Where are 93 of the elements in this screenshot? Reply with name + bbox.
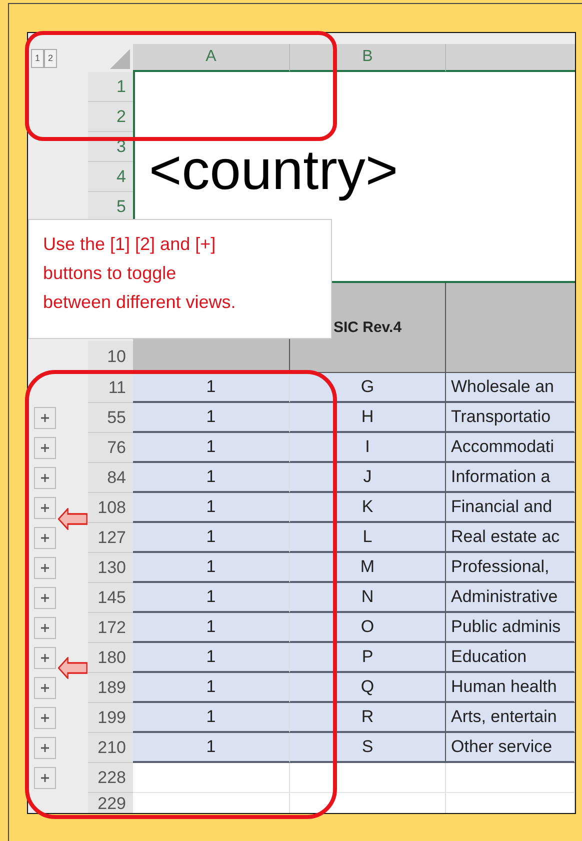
row-number[interactable]: 210 — [88, 733, 133, 763]
row-number[interactable]: 11 — [88, 373, 133, 403]
row-number[interactable]: 1 — [88, 72, 133, 102]
table-cell: 1 — [133, 733, 290, 763]
row-number[interactable]: 108 — [88, 493, 133, 523]
table-cell: 1 — [133, 553, 290, 583]
table-cell: Transportatio — [446, 403, 575, 433]
table-cell: Other service — [446, 733, 575, 763]
expand-button[interactable] — [34, 527, 56, 549]
table-cell: P — [290, 643, 446, 673]
table-cell: Financial and — [446, 493, 575, 523]
outline-level-button[interactable]: 1 — [31, 48, 44, 68]
expand-button[interactable] — [34, 497, 56, 519]
column-header[interactable] — [446, 44, 575, 72]
row-number[interactable]: 2 — [88, 102, 133, 132]
table-cell: Professional, — [446, 553, 575, 583]
expand-button[interactable] — [34, 737, 56, 759]
table-cell: M — [290, 553, 446, 583]
table-cell: 1 — [133, 493, 290, 523]
plus-icon — [40, 563, 50, 573]
plus-icon — [40, 653, 50, 663]
table-cell: O — [290, 613, 446, 643]
plus-icon — [40, 773, 50, 783]
table-cell: Information a — [446, 463, 575, 493]
table-cell: Human health — [446, 673, 575, 703]
table-cell: Public adminis — [446, 613, 575, 643]
table-cell: 1 — [133, 433, 290, 463]
plus-icon — [40, 743, 50, 753]
table-cell: 1 — [133, 403, 290, 433]
table-cell: 1 — [133, 583, 290, 613]
row-number[interactable]: 199 — [88, 703, 133, 733]
plus-icon — [40, 413, 50, 423]
expand-button[interactable] — [34, 437, 56, 459]
table-cell: S — [290, 733, 446, 763]
row-number[interactable]: 172 — [88, 613, 133, 643]
expand-button[interactable] — [34, 767, 56, 789]
expand-button[interactable] — [34, 617, 56, 639]
plus-icon — [40, 683, 50, 693]
table-cell: Accommodati — [446, 433, 575, 463]
plus-icon — [40, 473, 50, 483]
table-cell: 1 — [133, 523, 290, 553]
expand-button[interactable] — [34, 557, 56, 579]
left-arrow-icon — [58, 508, 88, 530]
table-cell: Education — [446, 643, 575, 673]
row-number[interactable]: 228 — [88, 763, 133, 793]
expand-button[interactable] — [34, 407, 56, 429]
table-cell: 1 — [133, 643, 290, 673]
plus-icon — [40, 713, 50, 723]
table-cell: H — [290, 403, 446, 433]
table-cell: G — [290, 373, 446, 403]
table-cell: Q — [290, 673, 446, 703]
row-number[interactable]: 180 — [88, 643, 133, 673]
row-number[interactable]: 5 — [88, 192, 133, 222]
expand-button[interactable] — [34, 467, 56, 489]
callout-note: Use the [1] [2] and [+] buttons to toggle between different views. — [28, 219, 332, 339]
plus-icon — [40, 623, 50, 633]
expand-button[interactable] — [34, 587, 56, 609]
table-cell: K — [290, 493, 446, 523]
row-number[interactable]: 4 — [88, 162, 133, 192]
table-cell: I — [290, 433, 446, 463]
table-cell: Real estate ac — [446, 523, 575, 553]
table-cell: 1 — [133, 373, 290, 403]
table-cell: 1 — [133, 613, 290, 643]
left-arrow-icon — [58, 657, 88, 679]
expand-button[interactable] — [34, 677, 56, 699]
table-cell: Administrative — [446, 583, 575, 613]
row-number[interactable]: 189 — [88, 673, 133, 703]
expand-button[interactable] — [34, 707, 56, 729]
plus-icon — [40, 593, 50, 603]
row-number[interactable]: 10 — [88, 341, 133, 373]
table-cell: L — [290, 523, 446, 553]
row-number[interactable]: 76 — [88, 433, 133, 463]
table-cell: J — [290, 463, 446, 493]
plus-icon — [40, 443, 50, 453]
plus-icon — [40, 503, 50, 513]
table-cell: Wholesale an — [446, 373, 575, 403]
row-number[interactable]: 229 — [88, 793, 133, 813]
expand-button[interactable] — [34, 647, 56, 669]
table-cell: 1 — [133, 703, 290, 733]
table-cell: 1 — [133, 463, 290, 493]
column-header[interactable]: A — [133, 44, 290, 72]
row-number[interactable]: 55 — [88, 403, 133, 433]
outline-level-button[interactable]: 2 — [44, 48, 57, 68]
row-number[interactable]: 127 — [88, 523, 133, 553]
row-number[interactable]: 84 — [88, 463, 133, 493]
row-number[interactable]: 130 — [88, 553, 133, 583]
table-cell: 1 — [133, 673, 290, 703]
table-cell: R — [290, 703, 446, 733]
table-cell: Arts, entertain — [446, 703, 575, 733]
column-header[interactable]: B — [290, 44, 446, 72]
table-cell: N — [290, 583, 446, 613]
row-number[interactable]: 145 — [88, 583, 133, 613]
plus-icon — [40, 533, 50, 543]
